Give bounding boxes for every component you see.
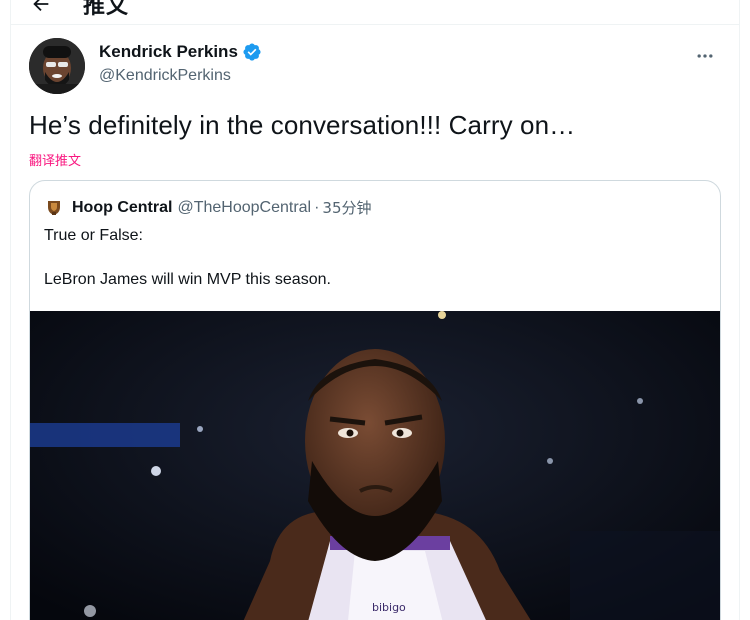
- quoted-author-handle[interactable]: @TheHoopCentral: [177, 199, 311, 217]
- quoted-text-line-1: True or False:: [44, 227, 143, 244]
- author-handle[interactable]: @KendrickPerkins: [99, 67, 231, 85]
- page-title: 推文: [83, 0, 130, 19]
- verified-badge-icon: [243, 43, 261, 61]
- avatar[interactable]: [29, 38, 85, 94]
- more-button[interactable]: [687, 38, 723, 74]
- quoted-tweet-header: Hoop Central @TheHoopCentral · 35分钟: [44, 197, 372, 218]
- divider: [11, 24, 739, 25]
- arrow-left-icon: [33, 0, 49, 12]
- author-name-line: Kendrick Perkins: [99, 42, 262, 62]
- tweet-detail-view: 推文 Kendrick Perkins @KendrickPerkins He’…: [10, 0, 740, 620]
- quoted-media-image[interactable]: bibigo: [30, 311, 720, 620]
- separator-dot: ·: [314, 198, 320, 216]
- author-row: Kendrick Perkins @KendrickPerkins: [27, 38, 723, 98]
- avatar-image: [29, 38, 85, 94]
- svg-text:bibigo: bibigo: [372, 601, 406, 614]
- back-button[interactable]: [23, 0, 59, 22]
- top-bar: 推文: [11, 0, 739, 24]
- more-horizontal-icon: [697, 54, 713, 58]
- quoted-author-name[interactable]: Hoop Central: [72, 199, 172, 217]
- quoted-text-line-2: LeBron James will win MVP this season.: [44, 271, 331, 288]
- author-name[interactable]: Kendrick Perkins: [99, 42, 238, 62]
- translate-link[interactable]: 翻译推文: [29, 150, 81, 169]
- quoted-tweet-card[interactable]: Hoop Central @TheHoopCentral · 35分钟 True…: [29, 180, 721, 620]
- quoted-timestamp[interactable]: 35分钟: [322, 197, 371, 218]
- player-photo: bibigo: [30, 311, 720, 620]
- tweet-text: He’s definitely in the conversation!!! C…: [29, 110, 576, 140]
- hoop-central-logo-icon: [44, 197, 64, 218]
